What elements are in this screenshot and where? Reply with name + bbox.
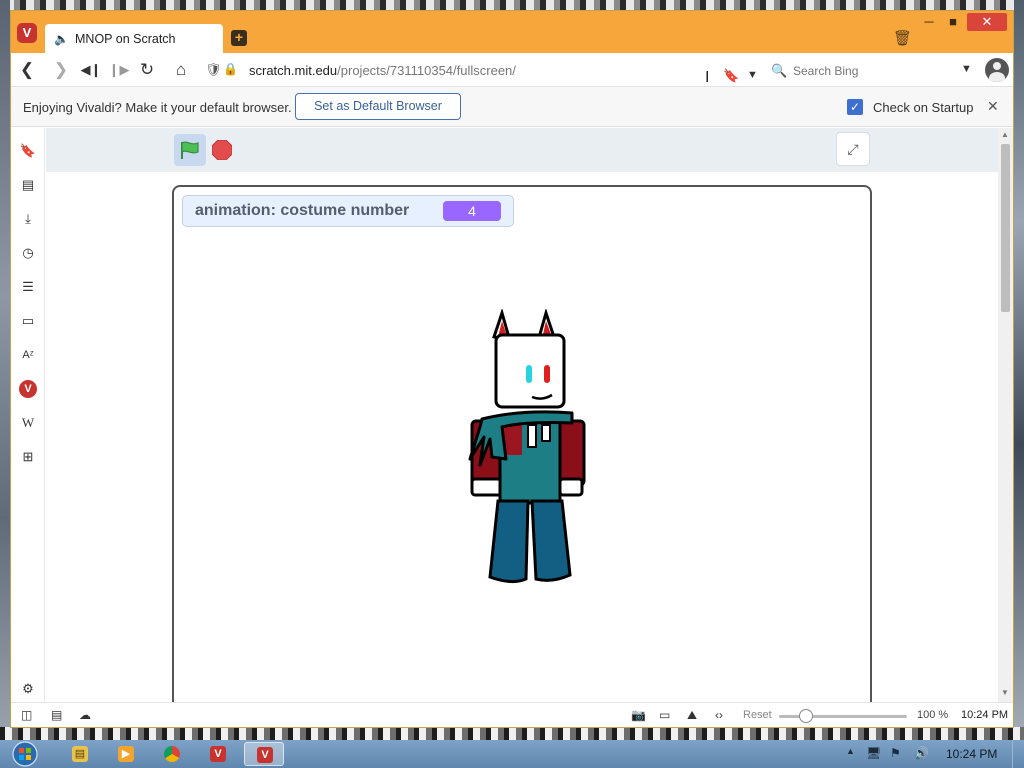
bookmark-page-icon[interactable]: 🔖 [723,68,739,84]
tab-title: MNOP on Scratch [75,32,176,46]
speaker-icon[interactable]: 🔈 [54,32,69,46]
scroll-down-icon[interactable]: ▼ [1001,688,1009,697]
desktop-background-right [1014,0,1024,740]
fast-forward-button[interactable]: ❙▶ [107,59,131,81]
status-bar: ◫ ▤ ☁ 📷 ▭ ⛰ ‹› Reset 100 % 10:24 PM [11,702,1013,727]
forward-button[interactable]: ❯ [49,59,73,81]
search-icon: 🔍 [771,63,788,78]
vivaldi-icon: V [257,747,273,763]
zoom-slider-knob[interactable] [799,709,813,723]
search-input[interactable] [793,62,943,80]
status-clock: 10:24 PM [961,709,1009,721]
browser-window: V 🔈 MNOP on Scratch + 🗑 ─ ■ ✕ ❮ ❯ ◀❙ ❙▶ … [10,10,1014,728]
vivaldi-icon: V [210,746,226,762]
translate-icon[interactable]: Aᶻ [19,346,37,364]
new-tab-button[interactable]: + [231,30,247,46]
wikipedia-icon[interactable]: W [19,414,37,432]
lock-icon[interactable]: 🔒 [223,62,238,76]
zoom-level: 100 % [917,709,949,721]
shield-icon[interactable]: 🛡 [205,62,222,78]
trash-icon[interactable]: 🗑 [893,29,912,47]
scrollbar-thumb[interactable] [1001,144,1010,312]
taskbar-chrome[interactable] [152,742,192,766]
desktop-background-bottom [0,727,1024,740]
tiling-icon[interactable]: ▭ [659,708,670,722]
side-panel: 🔖 ▤ ⤓ ◷ ☰ ▭ Aᶻ V W ⊞ ⚙ [11,128,45,702]
scratch-fullscreen-player: ⤢ animation: costume number 4 [46,128,998,711]
home-button[interactable]: ⌂ [169,59,193,81]
monitor-value: 4 [443,201,501,221]
check-on-startup-checkbox[interactable]: ✓ [847,99,863,115]
chrome-icon [164,746,180,762]
reload-button[interactable]: ↻ [135,59,159,81]
add-panel-icon[interactable]: ⊞ [19,448,37,466]
show-hidden-icons-icon[interactable]: ▲ [846,746,855,756]
zoom-slider[interactable] [779,709,907,723]
green-flag-icon [181,141,199,159]
green-flag-button[interactable] [174,134,206,166]
stage[interactable]: animation: costume number 4 [172,185,872,711]
back-button[interactable]: ❮ [15,59,39,81]
media-player-icon: ▶ [118,746,134,762]
tab-scratch[interactable]: 🔈 MNOP on Scratch [45,24,223,54]
search-field[interactable]: 🔍 ▼ [771,60,981,82]
sync-cloud-icon[interactable]: ☁ [79,708,91,722]
download-icon[interactable]: ⤓ [19,210,37,228]
reading-list-icon[interactable]: ▤ [19,176,37,194]
vivaldi-menu-icon[interactable]: V [17,23,37,43]
variable-monitor: animation: costume number 4 [182,195,514,227]
start-button[interactable] [8,740,42,768]
taskbar-media-player[interactable]: ▶ [106,742,146,766]
toggle-panel-icon[interactable]: ◫ [21,708,32,722]
network-icon[interactable]: 🖥 [866,746,881,760]
taskbar-explorer[interactable]: ▤ [60,742,100,766]
close-window-button[interactable]: ✕ [967,13,1007,31]
exit-fullscreen-button[interactable]: ⤢ [836,132,870,166]
settings-icon[interactable]: ⚙ [19,680,37,698]
chevron-down-icon[interactable]: ▼ [747,69,758,81]
desktop-background-left [0,0,10,740]
minimize-button[interactable]: ─ [917,13,941,31]
window-panel-icon[interactable]: ▭ [19,312,37,330]
default-browser-notification: Enjoying Vivaldi? Make it your default b… [11,87,1013,127]
notification-message: Enjoying Vivaldi? Make it your default b… [23,100,292,115]
volume-icon[interactable]: 🔊 [914,746,929,760]
text-cursor-icon: I [705,69,710,86]
show-desktop-button[interactable] [1012,740,1024,768]
history-icon[interactable]: ◷ [19,244,37,262]
bookmark-icon[interactable]: 🔖 [19,142,37,160]
notes-icon[interactable]: ☰ [19,278,37,296]
title-bar: V 🔈 MNOP on Scratch + 🗑 ─ ■ ✕ [11,11,1013,54]
character-sprite[interactable] [462,309,586,589]
folder-icon: ▤ [72,746,88,762]
monitor-label: animation: costume number [195,202,410,219]
capture-icon[interactable]: 📷 [631,708,646,722]
stop-button[interactable] [212,140,232,160]
image-toggle-icon[interactable]: ⛰ [687,708,697,723]
profile-avatar[interactable] [985,58,1009,82]
tab-tiling-icon[interactable]: ▤ [51,708,62,722]
taskbar-vivaldi[interactable]: V [198,742,238,766]
rewind-button[interactable]: ◀❙ [79,59,103,81]
close-notification-icon[interactable]: ✕ [987,98,999,115]
action-center-flag-icon[interactable]: ⚑ [890,746,901,760]
taskbar-vivaldi-active[interactable]: V [244,742,284,766]
check-on-startup-label[interactable]: Check on Startup [873,100,973,115]
vertical-scrollbar[interactable]: ▲ ▼ [998,128,1013,702]
set-default-browser-button[interactable]: Set as Default Browser [295,93,461,120]
zoom-reset-button[interactable]: Reset [743,709,772,721]
address-bar-row: ❮ ❯ ◀❙ ❙▶ ↻ ⌂ 🛡 🔒 scratch.mit.edu/projec… [11,53,1013,87]
desktop-background-top [0,0,1024,10]
page-actions-icon[interactable]: ‹› [715,708,723,722]
stage-header: ⤢ [46,128,998,172]
scroll-up-icon[interactable]: ▲ [1001,130,1009,139]
url-text[interactable]: scratch.mit.edu/projects/731110354/fulls… [249,63,516,78]
windows-taskbar: ▤ ▶ V V ▲ 🖥 ⚑ 🔊 10:24 PM [0,740,1024,768]
url-field[interactable]: 🛡 🔒 scratch.mit.edu/projects/731110354/f… [205,60,765,82]
taskbar-clock[interactable]: 10:24 PM [946,747,997,761]
vivaldi-icon[interactable]: V [19,380,37,398]
search-engine-dropdown-icon[interactable]: ▼ [961,63,972,75]
maximize-button[interactable]: ■ [941,13,965,31]
